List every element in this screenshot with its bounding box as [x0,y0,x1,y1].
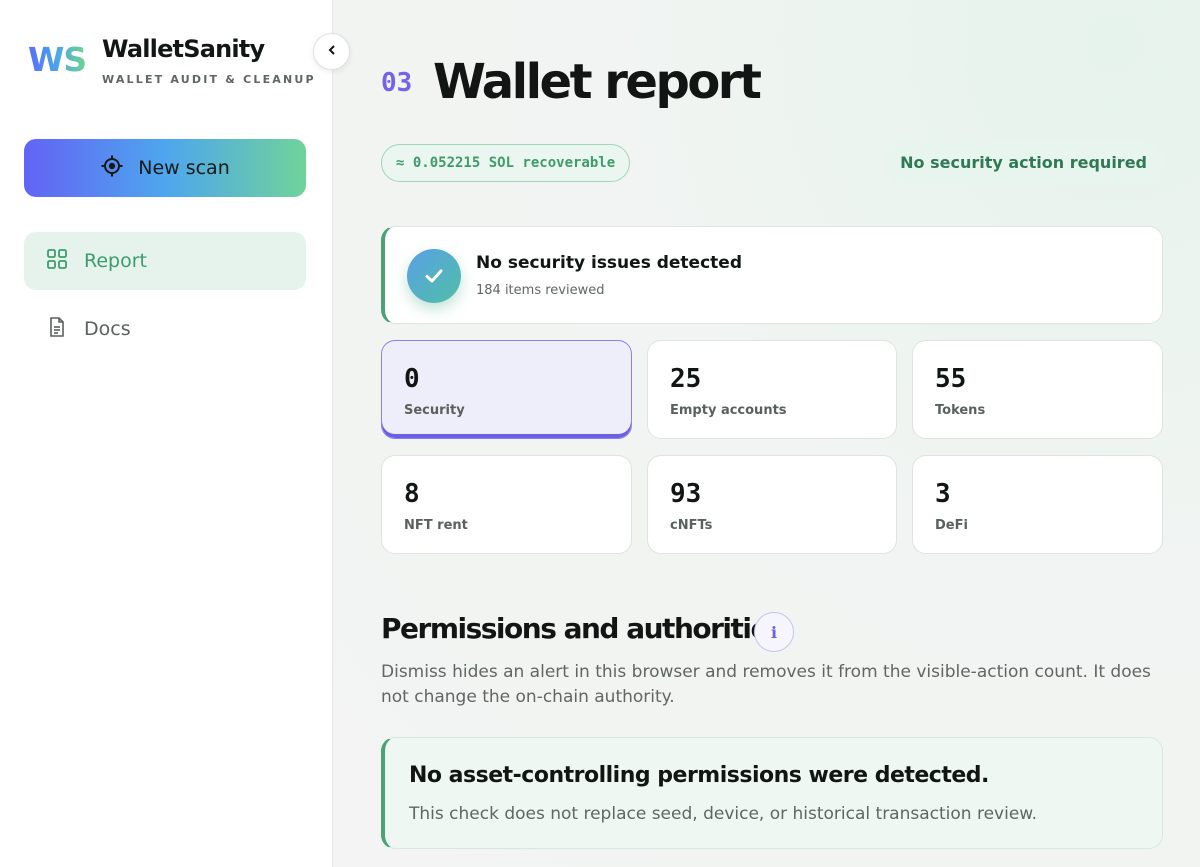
summary-title: No security issues detected [476,253,742,273]
stat-value: 8 [404,479,420,509]
stat-value: 25 [670,364,702,394]
info-icon[interactable]: i [754,612,794,652]
sidebar-item-label: Report [84,250,147,272]
grid-icon [46,248,68,275]
stat-label: Security [404,403,465,418]
stat-label: NFT rent [404,518,468,533]
permissions-heading: Permissions and authorities [381,612,785,645]
sidebar-item-report[interactable]: Report [24,232,306,290]
stat-value: 0 [404,364,420,394]
stat-card-defi[interactable]: 3 DeFi [912,455,1163,554]
logo-mark: WS [28,40,87,79]
permissions-result-subtitle: This check does not replace seed, device… [409,804,1038,824]
recoverable-badge: ≈ 0.052215 SOL recoverable [381,144,631,182]
stat-card-tokens[interactable]: 55 Tokens [912,340,1163,439]
stat-card-empty-accounts[interactable]: 25 Empty accounts [647,340,897,439]
collapse-sidebar-button[interactable] [313,33,350,70]
crosshair-icon [100,154,124,183]
stat-value: 93 [670,479,702,509]
permissions-description: Dismiss hides an alert in this browser a… [381,662,1151,707]
stat-card-security[interactable]: 0 Security [381,340,632,439]
permissions-result-card: No asset-controlling permissions were de… [381,737,1163,849]
security-summary-card: No security issues detected 184 items re… [381,226,1163,324]
summary-subtitle: 184 items reviewed [476,283,605,298]
chevron-left-icon [326,43,338,61]
sidebar-item-docs[interactable]: Docs [24,300,306,358]
page-title: Wallet report [433,54,762,110]
brand-name: WalletSanity [102,35,265,63]
stat-label: Tokens [935,403,986,418]
stat-card-nft-rent[interactable]: 8 NFT rent [381,455,632,554]
brand-tagline: WALLET AUDIT & CLEANUP [102,73,316,86]
stat-value: 55 [935,364,967,394]
stat-card-cnfts[interactable]: 93 cNFTs [647,455,897,554]
permissions-result-title: No asset-controlling permissions were de… [409,763,989,788]
new-scan-label: New scan [138,157,230,179]
document-icon [46,316,68,343]
check-icon [407,249,461,303]
sidebar: WS WalletSanity WALLET AUDIT & CLEANUP N… [0,0,333,867]
new-scan-button[interactable]: New scan [24,139,306,197]
stat-label: cNFTs [670,518,713,533]
stat-value: 3 [935,479,951,509]
stat-label: DeFi [935,518,968,533]
step-number: 03 [381,68,413,98]
security-status-badge: No security action required [884,141,1163,184]
stat-label: Empty accounts [670,403,787,418]
sidebar-item-label: Docs [84,318,131,340]
